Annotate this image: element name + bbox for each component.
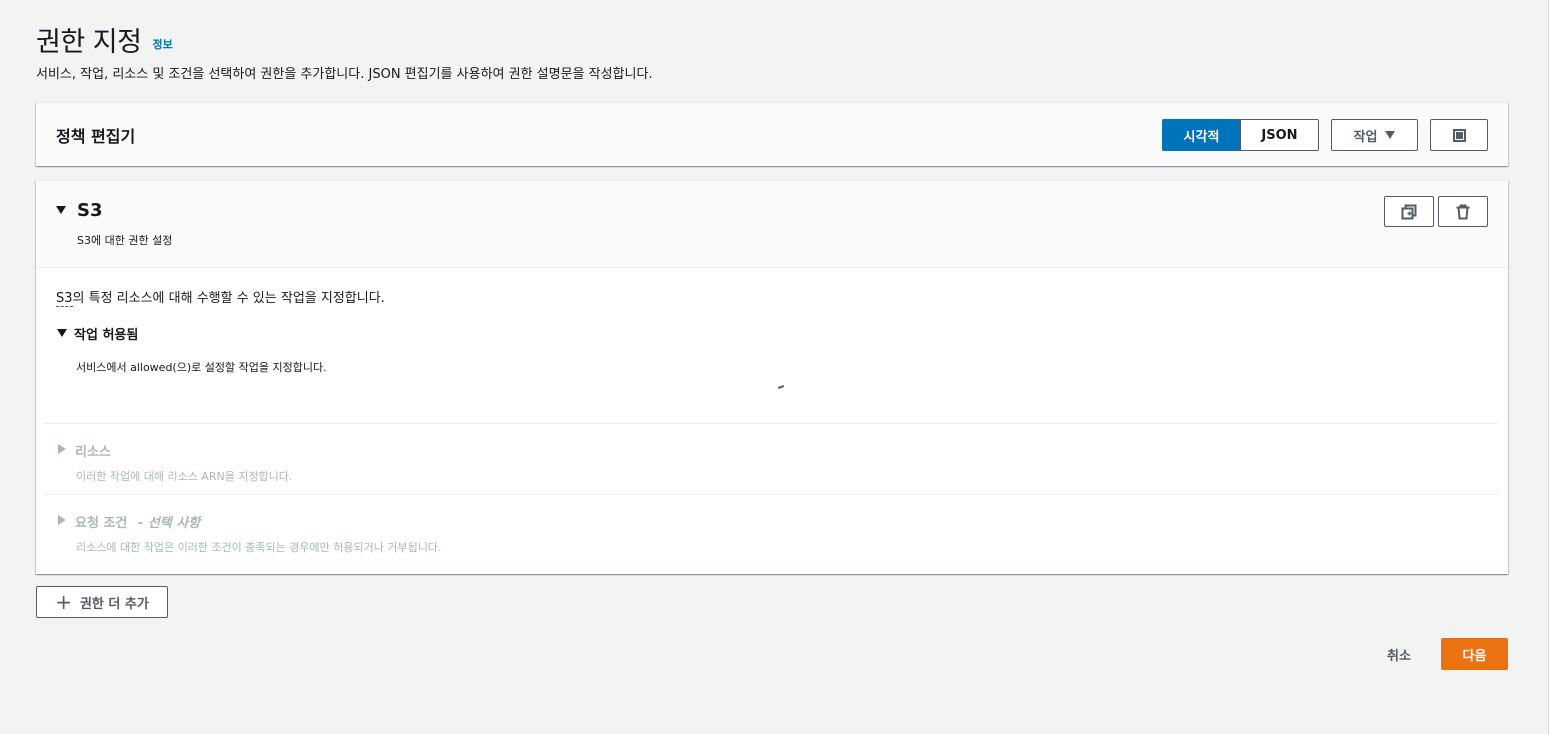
duplicate-icon — [1401, 204, 1417, 219]
actions-dropdown-button[interactable]: 작업 — [1331, 119, 1418, 151]
statement-intro: S3의 특정 리소스에 대해 수행할 수 있는 작업을 지정합니다. — [56, 287, 385, 307]
section-divider — [45, 494, 1498, 495]
trash-icon — [1456, 204, 1470, 219]
visual-mode-button[interactable]: 시각적 — [1162, 119, 1241, 151]
scrollbar-track[interactable] — [1548, 0, 1559, 734]
statement-header: S3 S3에 대한 권한 설정 — [36, 181, 1508, 268]
add-more-permissions-label: 권한 더 추가 — [79, 596, 149, 612]
duplicate-button[interactable] — [1384, 196, 1434, 227]
json-mode-button[interactable]: JSON — [1240, 119, 1319, 151]
conditions-section-description: 리소스에 대한 작업은 이러한 조건이 충족되는 경우에만 허용되거나 거부됩니… — [76, 541, 442, 554]
cancel-button[interactable]: 취소 — [1375, 638, 1423, 670]
conditions-expand-icon[interactable] — [58, 515, 66, 525]
loading-indicator — [777, 385, 785, 389]
resources-section-description: 이러한 작업에 대해 리소스 ARN을 지정합니다. — [76, 470, 293, 483]
page-header: 권한 지정 정보 — [36, 20, 173, 59]
fullscreen-button[interactable] — [1430, 119, 1488, 151]
delete-button[interactable] — [1438, 196, 1488, 227]
statement-intro-service[interactable]: S3 — [56, 291, 73, 307]
actions-dropdown-label: 작업 — [1353, 129, 1378, 145]
statement-service-title[interactable]: S3 — [77, 200, 103, 221]
policy-editor-title: 정책 편집기 — [56, 127, 136, 146]
fullscreen-icon — [1452, 128, 1466, 142]
page-title: 권한 지정 — [36, 27, 142, 58]
policy-editor-card: 정책 편집기 시각적 JSON 작업 — [36, 102, 1508, 166]
actions-expand-icon[interactable] — [57, 329, 67, 337]
optional-label: - 선택 사항 — [137, 516, 201, 531]
statement-card: S3 S3에 대한 권한 설정 S3의 특정 리소스에 대해 수행할 수 있는 … — [36, 180, 1508, 574]
page-description: 서비스, 작업, 리소스 및 조건을 선택하여 권한을 추가합니다. JSON … — [36, 67, 653, 82]
conditions-title-text: 요청 조건 — [75, 516, 128, 531]
section-divider — [45, 423, 1498, 424]
add-more-permissions-button[interactable]: + 권한 더 추가 — [36, 586, 168, 618]
actions-section-description: 서비스에서 allowed(으)로 설정할 작업을 지정합니다. — [76, 361, 327, 374]
actions-section-title[interactable]: 작업 허용됨 — [74, 324, 138, 343]
statement-subtitle: S3에 대한 권한 설정 — [77, 234, 173, 247]
statement-intro-text: 의 특정 리소스에 대해 수행할 수 있는 작업을 지정합니다. — [72, 291, 385, 306]
resources-section-title[interactable]: 리소스 — [75, 441, 111, 460]
plus-icon: + — [55, 590, 72, 614]
collapse-caret-icon[interactable] — [56, 206, 66, 214]
info-link[interactable]: 정보 — [153, 36, 173, 52]
caret-down-icon — [1385, 131, 1396, 139]
next-button[interactable]: 다음 — [1441, 638, 1508, 670]
resources-expand-icon[interactable] — [58, 444, 66, 454]
conditions-section-title[interactable]: 요청 조건 - 선택 사항 — [75, 512, 200, 531]
